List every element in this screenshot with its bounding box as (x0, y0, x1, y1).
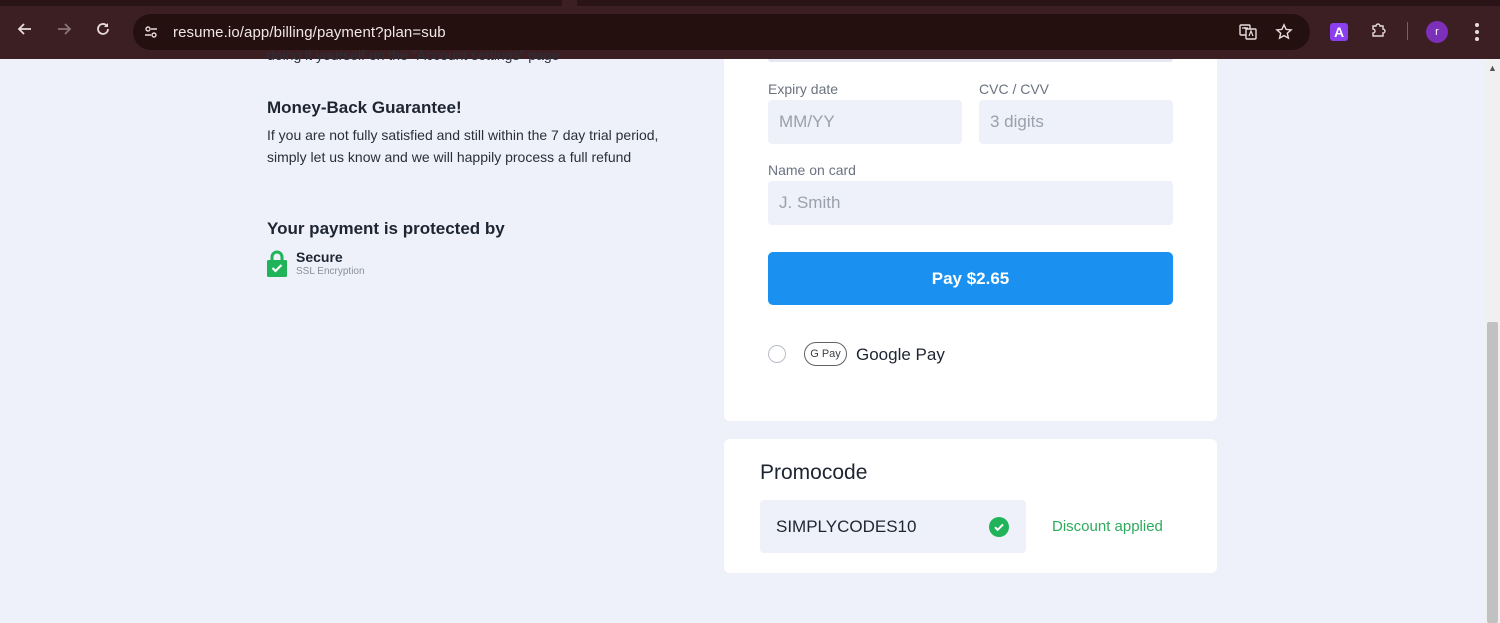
secure-badge-title: Secure (296, 249, 343, 265)
address-bar[interactable]: resume.io/app/billing/payment?plan=sub (133, 14, 1310, 50)
page-scrollbar[interactable]: ▲ (1485, 59, 1500, 623)
cvc-label: CVC / CVV (979, 81, 1050, 97)
tab-strip-edge (0, 0, 562, 6)
translate-icon (1239, 24, 1257, 40)
browser-menu-button[interactable] (1466, 20, 1488, 44)
lock-icon (267, 250, 287, 277)
reload-icon (97, 23, 109, 35)
money-back-title: Money-Back Guarantee! (267, 98, 462, 117)
browser-toolbar: resume.io/app/billing/payment?plan=sub A… (0, 0, 1500, 59)
money-back-body: If you are not fully satisfied and still… (267, 127, 659, 165)
dot-icon (1475, 37, 1479, 41)
protection-title: Your payment is protected by (267, 219, 505, 238)
extension-a-icon[interactable]: A (1330, 23, 1348, 41)
scroll-up-arrow-icon[interactable]: ▲ (1485, 61, 1500, 75)
profile-avatar[interactable]: r (1426, 21, 1448, 43)
check-circle-icon (989, 517, 1009, 537)
google-pay-radio[interactable] (768, 345, 786, 363)
google-pay-label[interactable]: Google Pay (856, 345, 945, 365)
card-number-field-edge (768, 59, 1173, 62)
name-on-card-input[interactable]: J. Smith (768, 181, 1173, 225)
tune-icon (145, 26, 157, 38)
back-button[interactable] (12, 16, 38, 42)
cvc-input[interactable]: 3 digits (979, 100, 1173, 144)
scroll-thumb[interactable] (1487, 322, 1498, 623)
url-text[interactable]: resume.io/app/billing/payment?plan=sub (173, 24, 446, 41)
toolbar-divider (1407, 22, 1408, 40)
translate-button[interactable] (1234, 18, 1262, 46)
reload-button[interactable] (90, 16, 116, 42)
dot-icon (1475, 30, 1479, 34)
secure-badge-subtitle: SSL Encryption (296, 266, 365, 277)
tab-strip-edge (577, 0, 1500, 6)
forward-button[interactable] (51, 16, 77, 42)
puzzle-icon (1372, 23, 1386, 37)
arrow-left-icon (17, 23, 31, 35)
arrow-right-icon (58, 23, 72, 35)
pay-button[interactable]: Pay $2.65 (768, 252, 1173, 305)
cut-off-text: doing it yourself on the "Account settin… (267, 47, 560, 63)
promocode-title: Promocode (760, 461, 868, 484)
discount-status: Discount applied (1052, 518, 1163, 535)
extensions-button[interactable] (1367, 18, 1391, 42)
promocode-input[interactable]: SIMPLYCODES10 (760, 500, 1026, 553)
star-icon (1275, 23, 1293, 40)
bookmark-button[interactable] (1270, 18, 1298, 46)
expiry-label: Expiry date (768, 81, 839, 97)
name-on-card-label: Name on card (768, 162, 856, 178)
dot-icon (1475, 23, 1479, 27)
expiry-input[interactable]: MM/YY (768, 100, 962, 144)
google-pay-icon: G Pay (804, 342, 847, 366)
site-info-button[interactable] (137, 18, 165, 46)
